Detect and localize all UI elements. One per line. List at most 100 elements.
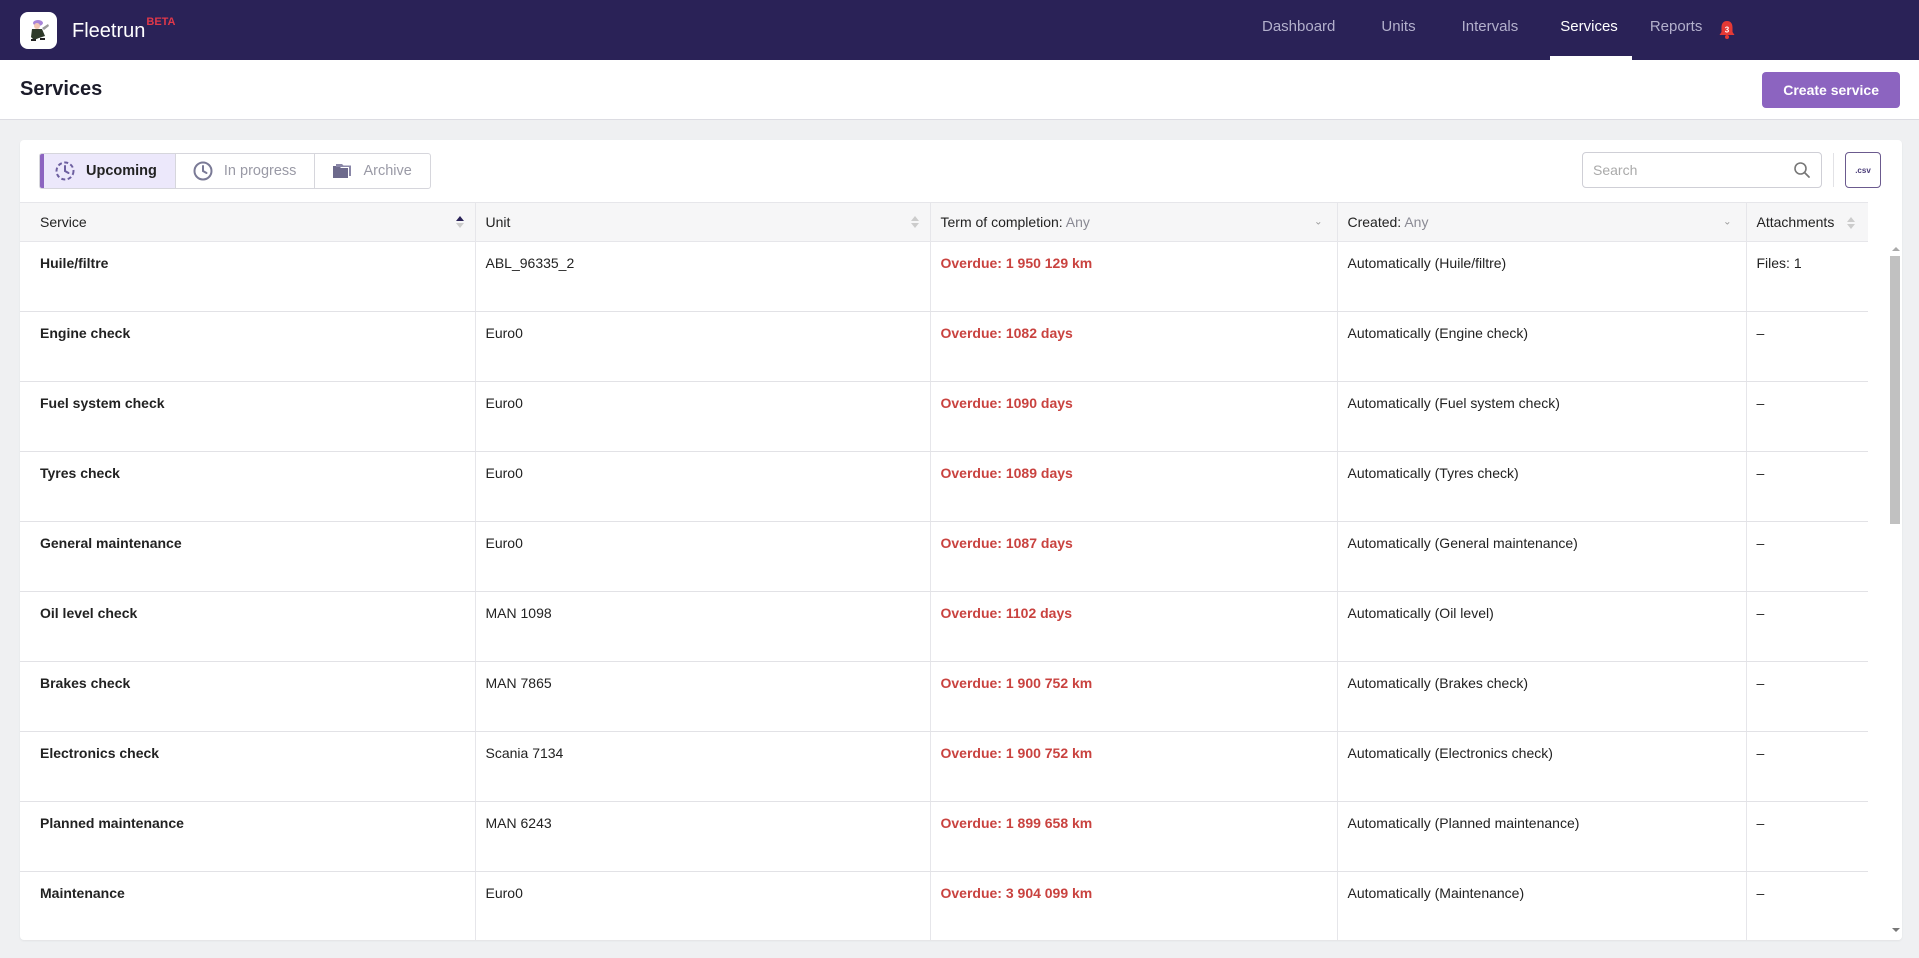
created-cell: Automatically (Huile/filtre)	[1337, 241, 1747, 312]
attachments-cell: –	[1746, 451, 1868, 522]
table-scrollbar[interactable]	[1888, 241, 1902, 940]
term-cell: Overdue: 1090 days	[930, 381, 1338, 452]
column-header-service[interactable]: Service	[20, 202, 476, 242]
services-table: Service Unit Term of completion: Any ⌄ C…	[20, 202, 1868, 940]
tab-label: Archive	[363, 163, 412, 179]
tab-label: In progress	[223, 163, 297, 179]
term-filter-value: Any	[1065, 214, 1090, 230]
attachments-cell: –	[1746, 661, 1868, 732]
tab-archive[interactable]: Archive	[315, 154, 429, 188]
unit-cell: Euro0	[475, 871, 931, 940]
notifications-button[interactable]: 3	[1718, 20, 1736, 40]
created-cell: Automatically (Electronics check)	[1337, 731, 1747, 802]
nav-reports[interactable]: Reports	[1646, 0, 1721, 60]
service-cell: General maintenance	[20, 521, 476, 592]
table-row[interactable]: Oil level check MAN 1098 Overdue: 1102 day…	[20, 591, 1868, 662]
service-cell: Maintenance	[20, 871, 476, 940]
service-cell: Oil level check	[20, 591, 476, 662]
tab-upcoming[interactable]: Upcoming	[40, 154, 176, 188]
scroll-up-arrow-icon[interactable]	[1892, 247, 1900, 251]
nav-services[interactable]: Services	[1536, 0, 1646, 60]
table-row[interactable]: Engine check Euro0 Overdue: 1082 days Autom…	[20, 311, 1868, 382]
unit-cell: MAN 1098	[475, 591, 931, 662]
attachments-cell: –	[1746, 801, 1868, 872]
service-cell: Fuel system check	[20, 381, 476, 452]
main-nav: Dashboard Units Intervals Services Repor…	[1240, 0, 1720, 60]
export-csv-button[interactable]: .csv	[1845, 152, 1881, 188]
sort-icon[interactable]	[910, 215, 920, 229]
mechanic-logo-icon	[30, 20, 49, 41]
term-cell: Overdue: 1 900 752 km	[930, 731, 1338, 802]
scrollbar-thumb[interactable]	[1890, 256, 1900, 524]
tab-in-progress[interactable]: In progress	[176, 154, 316, 188]
nav-units[interactable]: Units	[1353, 0, 1433, 60]
created-cell: Automatically (Brakes check)	[1337, 661, 1747, 732]
clock-icon	[192, 160, 214, 182]
search-input[interactable]	[1593, 162, 1793, 178]
toolbar-divider	[1833, 153, 1834, 187]
chevron-down-icon[interactable]: ⌄	[1314, 217, 1322, 228]
term-cell: Overdue: 1 899 658 km	[930, 801, 1338, 872]
table-row[interactable]: Fuel system check Euro0 Overdue: 1090 days…	[20, 381, 1868, 452]
table-row[interactable]: Huile/filtre ABL_96335_2 Overdue: 1 950 12…	[20, 241, 1868, 312]
sort-asc-icon[interactable]	[455, 215, 465, 229]
create-service-button[interactable]: Create service	[1762, 71, 1900, 108]
column-label: Service	[40, 214, 87, 230]
tab-label: Upcoming	[86, 163, 157, 179]
table-header-row: Service Unit Term of completion: Any ⌄ C…	[20, 202, 1868, 242]
nav-dashboard[interactable]: Dashboard	[1240, 0, 1353, 60]
created-cell: Automatically (Maintenance)	[1337, 871, 1747, 940]
attachments-cell: –	[1746, 381, 1868, 452]
scroll-down-arrow-icon[interactable]	[1892, 928, 1900, 932]
term-cell: Overdue: 1102 days	[930, 591, 1338, 662]
column-header-attachments[interactable]: Attachments	[1746, 202, 1868, 242]
table-row[interactable]: Maintenance Euro0 Overdue: 3 904 099 km Aut…	[20, 871, 1868, 940]
term-cell: Overdue: 1 950 129 km	[930, 241, 1338, 312]
attachments-cell: –	[1746, 521, 1868, 592]
bell-icon: 3	[1719, 21, 1735, 39]
search-box	[1582, 152, 1822, 188]
term-cell: Overdue: 1087 days	[930, 521, 1338, 592]
attachments-cell: –	[1746, 591, 1868, 662]
unit-cell: Euro0	[475, 381, 931, 452]
attachments-cell: –	[1746, 731, 1868, 802]
service-cell: Tyres check	[20, 451, 476, 522]
app-name: Fleetrun	[72, 19, 146, 42]
csv-label: .csv	[1855, 165, 1871, 175]
table-row[interactable]: Planned maintenance MAN 6243 Overdue: 1 89…	[20, 801, 1868, 872]
created-cell: Automatically (General maintenance)	[1337, 521, 1747, 592]
upcoming-clock-icon	[54, 160, 76, 182]
column-label: Term of completion:	[940, 214, 1063, 230]
page-title: Services	[20, 78, 103, 100]
column-label: Attachments	[1756, 213, 1835, 230]
search-icon[interactable]	[1793, 161, 1811, 179]
table-row[interactable]: Tyres check Euro0 Overdue: 1089 days Automa…	[20, 451, 1868, 522]
nav-label: Dashboard	[1262, 17, 1336, 35]
status-tabs: Upcoming In progress Archive	[39, 153, 431, 189]
service-cell: Electronics check	[20, 731, 476, 802]
sort-icon[interactable]	[1846, 216, 1856, 230]
unit-cell: MAN 6243	[475, 801, 931, 872]
nav-label: Units	[1381, 17, 1416, 35]
unit-cell: Euro0	[475, 521, 931, 592]
nav-intervals[interactable]: Intervals	[1434, 0, 1537, 60]
nav-label: Services	[1560, 17, 1618, 35]
chevron-down-icon[interactable]: ⌄	[1723, 217, 1731, 228]
attachments-cell: –	[1746, 311, 1868, 382]
column-header-unit[interactable]: Unit	[475, 202, 931, 242]
column-header-created[interactable]: Created: Any ⌄	[1337, 202, 1747, 242]
unit-cell: Euro0	[475, 451, 931, 522]
table-row[interactable]: Brakes check MAN 7865 Overdue: 1 900 752 k…	[20, 661, 1868, 732]
unit-cell: Scania 7134	[475, 731, 931, 802]
beta-badge: BETA	[146, 15, 176, 28]
nav-label: Intervals	[1461, 17, 1519, 35]
table-row[interactable]: Electronics check Scania 7134 Overdue: 1 9…	[20, 731, 1868, 802]
column-header-term[interactable]: Term of completion: Any ⌄	[930, 202, 1338, 242]
created-cell: Automatically (Engine check)	[1337, 311, 1747, 382]
app-logo[interactable]	[20, 11, 57, 49]
term-cell: Overdue: 1089 days	[930, 451, 1338, 522]
table-row[interactable]: General maintenance Euro0 Overdue: 1087 da…	[20, 521, 1868, 592]
attachments-cell: Files: 1	[1746, 241, 1868, 312]
service-cell: Huile/filtre	[20, 241, 476, 312]
term-cell: Overdue: 3 904 099 km	[930, 871, 1338, 940]
